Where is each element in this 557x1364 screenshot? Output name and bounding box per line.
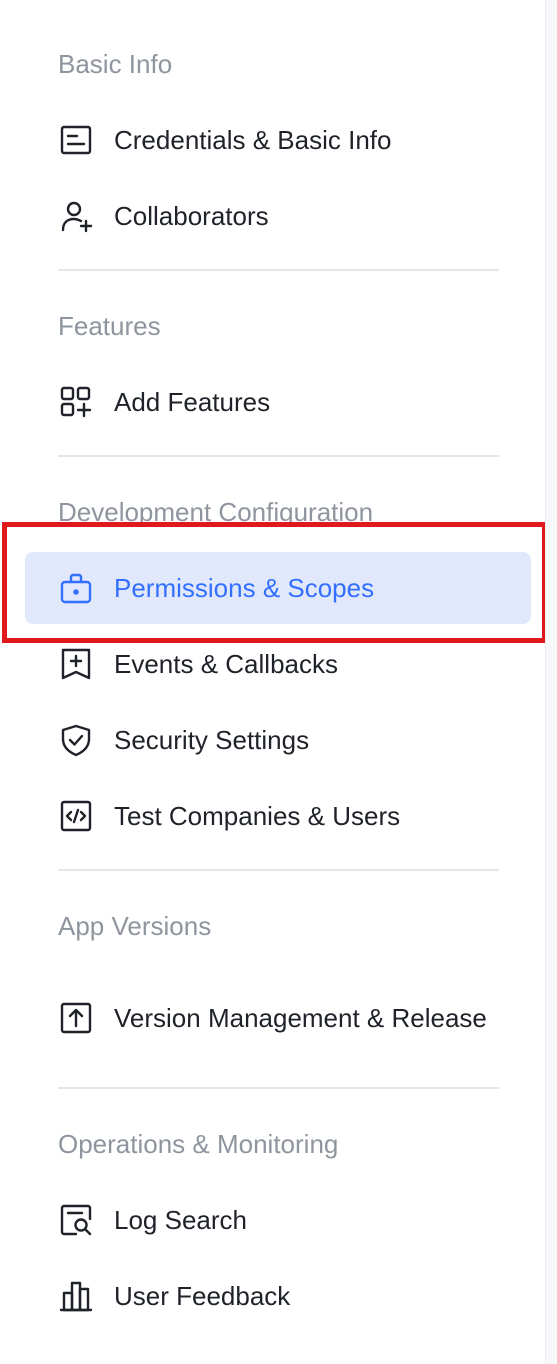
section-title-basic-info: Basic Info [58,49,173,79]
nav-item-add-features[interactable]: Add Features [25,366,531,438]
shield-check-icon [58,722,94,758]
sidebar-nav: Basic Info Credentials & Basic Info Coll… [0,0,547,1364]
nav-item-user-feedback[interactable]: User Feedback [25,1260,531,1332]
nav-item-label: Events & Callbacks [114,649,338,679]
upload-box-icon [58,1000,94,1036]
nav-item-label: Credentials & Basic Info [114,125,392,155]
section-divider [58,455,499,457]
nav-item-label: Test Companies & Users [114,801,401,831]
bookmark-plus-icon [58,646,94,682]
nav-item-label: Version Management & Release [114,1003,487,1033]
section-title-features: Features [58,311,161,341]
section-title-operations-monitoring: Operations & Monitoring [58,1129,339,1159]
nav-item-log-search[interactable]: Log Search [25,1184,531,1256]
nav-item-test-companies-users[interactable]: Test Companies & Users [25,780,531,852]
section-divider [58,869,499,871]
code-box-icon [58,798,94,834]
nav-item-label: Add Features [114,387,271,417]
id-card-icon [58,122,94,158]
user-add-icon [58,198,94,234]
nav-item-security-settings[interactable]: Security Settings [25,704,531,776]
nav-item-label: Log Search [114,1205,247,1235]
grid-add-icon [58,384,94,420]
scroll-edge-panel [545,0,557,1364]
section-title-app-versions: App Versions [58,911,212,941]
nav-item-label: Security Settings [114,725,310,755]
bar-chart-icon [58,1278,94,1314]
highlight-annotation-box [2,522,547,643]
nav-item-label: Collaborators [114,201,269,231]
section-divider [58,269,499,271]
section-divider [58,1087,499,1089]
nav-item-label: User Feedback [114,1281,291,1311]
nav-item-credentials-basic-info[interactable]: Credentials & Basic Info [25,104,531,176]
nav-item-version-management-release[interactable]: Version Management & Release [25,970,531,1066]
document-search-icon [58,1202,94,1238]
nav-item-collaborators[interactable]: Collaborators [25,180,531,252]
